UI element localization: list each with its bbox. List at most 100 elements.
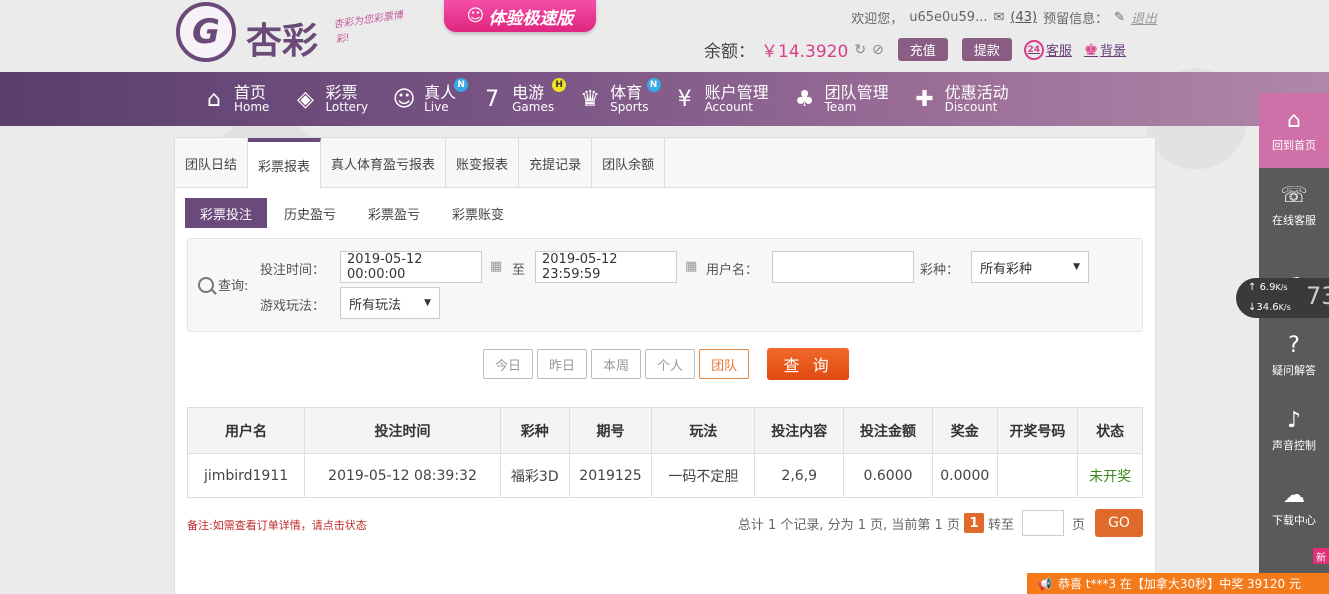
table-cell: 2019-05-12 08:39:32 (304, 453, 501, 498)
sidebar-item-headset[interactable]: ☏ 在线客服 (1259, 168, 1329, 243)
nav-item-team[interactable]: ♣ 团队管理 Team (781, 72, 901, 126)
download-speed-unit: K/s (1278, 303, 1291, 312)
dropdown-arrow-icon: ▼ (1073, 262, 1080, 272)
nav-text: 电游 Games (512, 84, 554, 115)
column-header: 用户名 (186, 407, 306, 454)
question-icon: ? (1288, 333, 1300, 358)
mail-icon[interactable]: ✉ (993, 10, 1004, 25)
nav-text: 账户管理 Account (705, 84, 769, 115)
nav-text: 体育 Sports (610, 84, 648, 115)
sidebar-item-download[interactable]: ☁ 下载中心 (1259, 468, 1329, 543)
mail-count-link[interactable]: (43) (1010, 10, 1037, 25)
play-select[interactable]: 所有玩法 ▼ (340, 287, 440, 319)
background-link[interactable]: ♚ 背景 (1084, 40, 1126, 59)
nav-label-en: Lottery (325, 100, 369, 115)
nav-item-discount[interactable]: ✚ 优惠活动 Discount (901, 72, 1021, 126)
subtab-2[interactable]: 彩票盈亏 (353, 198, 435, 228)
nav-item-games[interactable]: 7 电游 Games H (468, 72, 567, 126)
edit-icon[interactable]: ✎ (1114, 10, 1125, 25)
search-button[interactable]: 查 询 (767, 348, 850, 380)
nav-item-sports[interactable]: ♛ 体育 Sports N (566, 72, 661, 126)
withdraw-button[interactable]: 提款 (961, 38, 1012, 61)
logo-emblem-icon: G (176, 2, 236, 62)
right-sidebar: ⌂ 回到首页☏ 在线客服 ☁ ? 疑问解答♪ 声音控制☁ 下载中心 (1259, 93, 1329, 594)
subtab-1[interactable]: 历史盈亏 (269, 198, 351, 228)
nav-label-cn: 团队管理 (824, 82, 889, 102)
logo[interactable]: G 杏彩 杏彩为您彩票博彩! (176, 2, 416, 66)
query-label-text: 查询: (218, 279, 249, 294)
pager: 总计 1 个记录, 分为 1 页, 当前第 1 页 1 转至 页 GO (738, 509, 1143, 537)
pager-current[interactable]: 1 (963, 513, 984, 533)
report-subtabs: 彩票投注 历史盈亏 彩票盈亏 彩票账变 (185, 198, 519, 228)
fast-version-button[interactable]: ☺ 体验极速版 (444, 0, 596, 32)
nav-label-cn: 彩票 (325, 82, 358, 102)
fast-version-label: 体验极速版 (488, 8, 574, 29)
end-time-input[interactable]: 2019-05-12 23:59:59 (535, 251, 677, 283)
pager-page-input[interactable] (1021, 510, 1064, 536)
nav-label-en: Sports (610, 100, 649, 115)
deposit-button[interactable]: 充值 (897, 38, 948, 61)
upload-speed: ↑ 6.9K/s (1248, 282, 1288, 293)
nav-text: 彩票 Lottery (325, 84, 368, 115)
tab-3[interactable]: 账变报表 (446, 138, 520, 188)
table-cell: 福彩3D (499, 453, 570, 498)
calendar-icon[interactable]: ▦ (490, 259, 502, 274)
column-header: 投注时间 (304, 407, 501, 454)
subtab-3[interactable]: 彩票账变 (437, 198, 519, 228)
tab-1[interactable]: 彩票报表 (248, 138, 322, 189)
nav-badge: N (646, 78, 661, 92)
tab-0[interactable]: 团队日结 (175, 138, 249, 188)
quick-button-1[interactable]: 昨日 (537, 349, 588, 379)
network-speed-widget[interactable]: ↑ 6.9K/s ↓34.6K/s 73 (1236, 278, 1329, 318)
lottery-select[interactable]: 所有彩种 ▼ (971, 251, 1089, 283)
quick-button-2[interactable]: 本周 (591, 349, 642, 379)
tab-4[interactable]: 充提记录 (519, 138, 593, 188)
ticker-text: 恭喜 t***3 在【加拿大30秒】中奖 39120 元 (1057, 577, 1301, 591)
team-icon: ♣ (794, 86, 815, 112)
table-cell (996, 453, 1079, 498)
username-text: u65e0u59... (909, 10, 988, 25)
tab-2[interactable]: 真人体育盈亏报表 (321, 138, 447, 188)
table-cell: 2,6,9 (754, 453, 845, 498)
calendar-icon[interactable]: ▦ (685, 259, 697, 274)
download-icon: ☁ (1283, 483, 1305, 508)
username-input[interactable] (772, 251, 914, 283)
slot-seven-icon: 7 (485, 86, 500, 112)
hide-balance-icon[interactable]: ⊘ (872, 42, 884, 58)
refresh-icon[interactable]: ↻ (854, 42, 866, 58)
table-row: jimbird1911 2019-05-12 08:39:32 福彩3D 201912… (186, 453, 1143, 498)
logout-link[interactable]: 退出 (1131, 8, 1157, 27)
table-cell: 一码不定胆 (651, 453, 756, 498)
tab-5[interactable]: 团队余额 (592, 138, 666, 188)
headset-icon: ☏ (1280, 183, 1308, 208)
trophy-icon: ♛ (580, 86, 600, 112)
megaphone-icon: 📢 (1037, 576, 1052, 591)
nav-item-home[interactable]: ⌂ 首页 Home (190, 72, 281, 126)
play-select-value: 所有玩法 (349, 297, 402, 313)
support-link[interactable]: 24 客服 (1023, 39, 1072, 60)
nav-badge: N (454, 78, 469, 92)
sidebar-item-speaker[interactable]: ♪ 声音控制 (1259, 393, 1329, 468)
subtab-0[interactable]: 彩票投注 (185, 198, 268, 228)
nav-item-lottery[interactable]: ◈ 彩票 Lottery (281, 72, 380, 126)
sidebar-item-question[interactable]: ? 疑问解答 (1259, 318, 1329, 393)
sidebar-item-home[interactable]: ⌂ 回到首页 (1259, 93, 1329, 168)
nav-item-live[interactable]: ☺ 真人 Live N (380, 72, 469, 126)
column-header: 玩法 (651, 407, 756, 454)
win-ticker[interactable]: 📢 恭喜 t***3 在【加拿大30秒】中奖 39120 元 (1027, 573, 1329, 594)
nav-item-account[interactable]: ¥ 账户管理 Account (661, 72, 781, 126)
table-body: jimbird1911 2019-05-12 08:39:32 福彩3D 201912… (186, 453, 1143, 498)
column-header: 开奖号码 (996, 407, 1079, 454)
download-speed: ↓34.6K/s (1248, 302, 1291, 313)
start-time-input[interactable]: 2019-05-12 00:00:00 (340, 251, 482, 283)
shirt-icon: ♚ (1083, 40, 1099, 59)
pager-go-button[interactable]: GO (1095, 509, 1143, 537)
quick-button-4[interactable]: 团队 (699, 349, 750, 379)
nav-text: 团队管理 Team (825, 84, 889, 115)
upload-speed-unit: K/s (1275, 283, 1288, 292)
quick-button-0[interactable]: 今日 (483, 349, 534, 379)
quick-button-3[interactable]: 个人 (645, 349, 696, 379)
support-label: 客服 (1045, 44, 1072, 59)
lottery-select-value: 所有彩种 (980, 261, 1033, 277)
table-cell[interactable]: 未开奖 (1077, 453, 1143, 498)
